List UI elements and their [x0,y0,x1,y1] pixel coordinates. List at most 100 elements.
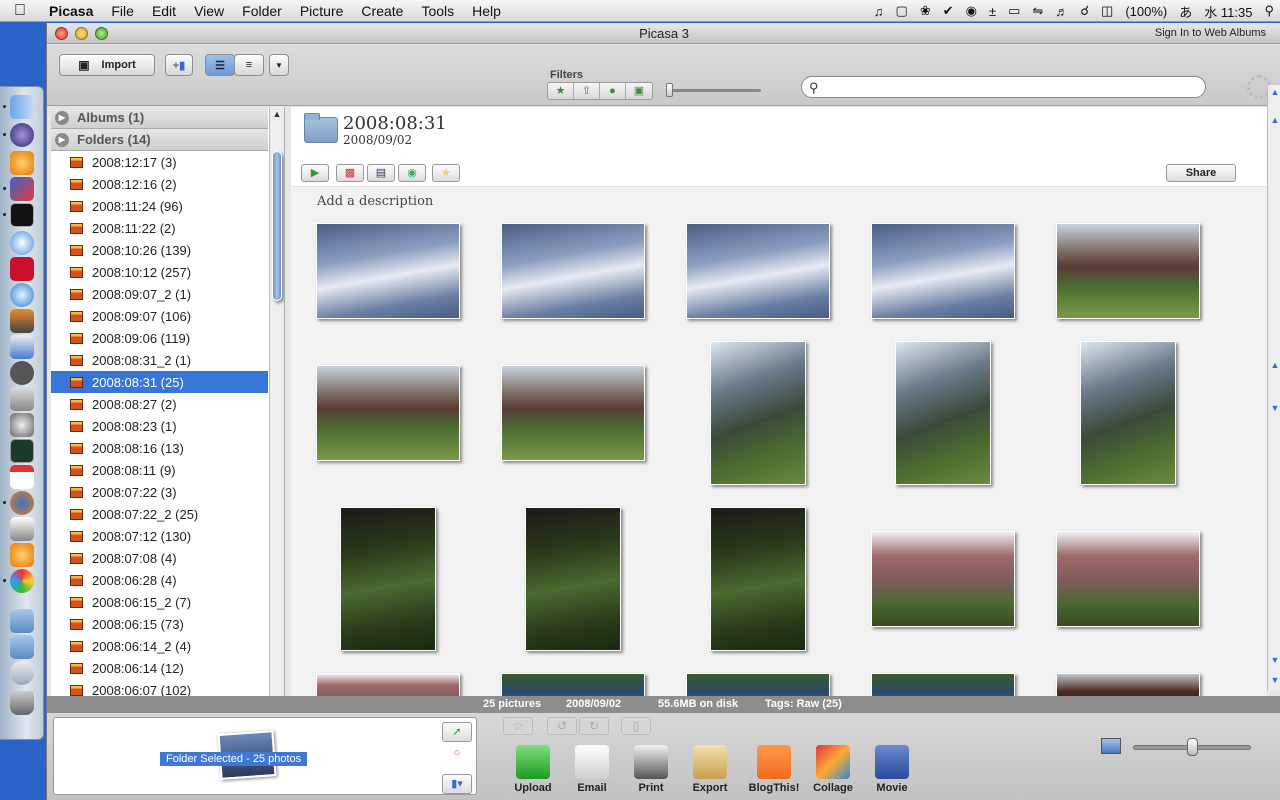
photo-thumbnail[interactable] [501,365,645,461]
display-icon[interactable]: ▭ [1002,3,1026,19]
share-button[interactable]: Share [1166,164,1236,182]
lifebuoy-icon[interactable]: ❀ [914,3,937,19]
folder-list-item[interactable]: 2008:09:07 (106) [51,305,268,327]
settings-icon[interactable] [10,413,34,437]
search-field[interactable]: ⚲ [801,76,1206,98]
movie-quick-button[interactable]: ▤ [367,164,395,182]
menu-help[interactable]: Help [463,0,510,22]
filter-uploaded-button[interactable]: ⇧ [574,83,600,99]
photo-thumbnail[interactable] [871,223,1015,319]
tray-action-email[interactable]: Email [564,745,620,794]
gimp-icon[interactable] [10,361,34,385]
menu-app-name[interactable]: Picasa [40,0,102,22]
folder-list-item[interactable]: 2008:07:22 (3) [51,481,268,503]
firefox-icon[interactable] [10,491,34,515]
square-icon[interactable]: ▢ [890,3,914,19]
photo-grid-scrollbar[interactable]: ▲ ▲ ▲ ▼ ▼ ▼ [1267,85,1280,691]
photo-thumbnail[interactable] [525,507,621,651]
downloads-icon[interactable] [10,661,34,685]
scroll-down-arrow-icon[interactable]: ▼ [1268,655,1280,668]
terminal-icon[interactable] [10,203,34,227]
menu-picture[interactable]: Picture [291,0,353,22]
filter-movies-button[interactable]: ▣ [626,83,652,99]
menu-folder[interactable]: Folder [233,0,291,22]
photo-thumbnail[interactable] [710,341,806,485]
picasa-icon[interactable] [10,569,34,593]
system-preferences-icon[interactable] [10,151,34,175]
star-button[interactable]: ☆ [503,717,533,735]
rotate-right-button[interactable]: ↻ [579,717,609,735]
albums-header[interactable]: ▶ Albums (1) [51,107,268,129]
ipod-icon[interactable] [10,387,34,411]
thumbnail-size-knob[interactable] [1187,738,1198,756]
folder-list-item[interactable]: 2008:10:12 (257) [51,261,268,283]
add-to-album-tray-button[interactable]: ▮▾ [442,774,472,794]
trash-icon[interactable] [10,691,34,715]
folder-list-item[interactable]: 2008:06:14 (12) [51,657,268,679]
tray-action-blogthis[interactable]: BlogThis! [746,745,802,794]
tray-action-export[interactable]: Export [682,745,738,794]
folder-list-item[interactable]: 2008:08:31 (25) [51,371,268,393]
music-note-icon[interactable]: ♫ [868,4,890,19]
photo-thumbnail[interactable] [686,223,830,319]
scroll-up-arrow-icon[interactable]: ▲ [270,109,284,122]
clock[interactable]: 水 11:35 [1198,2,1258,21]
library-scroll-thumb[interactable] [272,151,282,301]
folder-list-item[interactable]: 2008:06:15_2 (7) [51,591,268,613]
apple-menu-icon[interactable]:  [0,2,40,20]
folder-list-item[interactable]: 2008:06:15 (73) [51,613,268,635]
tray-action-print[interactable]: Print [623,745,679,794]
clear-selection-button[interactable]: ○ [442,744,472,764]
sign-in-link[interactable]: Sign In to Web Albums [1155,27,1266,39]
folder-list-item[interactable]: 2008:11:24 (96) [51,195,268,217]
safari-icon[interactable] [10,231,34,255]
menu-view[interactable]: View [185,0,233,22]
sync-icon[interactable]: ⇋ [1026,3,1049,19]
ical-icon[interactable] [10,465,34,489]
folders-header[interactable]: ▶ Folders (14) [51,129,268,151]
view-list-button[interactable]: ☰ [205,54,235,76]
scroll-mid-down-arrow-icon[interactable]: ▼ [1268,403,1280,416]
menu-edit[interactable]: Edit [143,0,185,22]
view-options-dropdown[interactable]: ▼ [269,54,289,76]
selection-tray[interactable]: Folder Selected - 25 photos ➚ ○ ▮▾ [53,717,477,795]
photo-thumbnail[interactable] [895,341,991,485]
folder-list-item[interactable]: 2008:08:16 (13) [51,437,268,459]
folder-list-item[interactable]: 2008:08:23 (1) [51,415,268,437]
tray-action-upload[interactable]: Upload [505,745,561,794]
slideshow-button[interactable]: ▶ [301,164,329,182]
menu-create[interactable]: Create [352,0,412,22]
folder-list-item[interactable]: 2008:07:12 (130) [51,525,268,547]
remote-desktop-icon[interactable] [10,177,34,201]
import-button[interactable]: ▣ Import [59,54,155,76]
photo-thumbnail[interactable] [871,531,1015,627]
photo-thumbnail[interactable] [501,223,645,319]
collage-quick-button[interactable]: ▩ [336,164,364,182]
input-method[interactable]: あ [1173,2,1198,21]
disclosure-arrow-icon[interactable]: ▶ [55,110,69,125]
photo-thumbnail[interactable] [316,223,460,319]
checkmark-icon[interactable]: ✔ [937,3,960,19]
hold-button[interactable]: ➚ [442,722,472,742]
folder-list-item[interactable]: 2008:07:08 (4) [51,547,268,569]
menu-tools[interactable]: Tools [412,0,463,22]
view-tree-button[interactable]: ≡ [234,54,264,76]
preferences-gear-icon[interactable] [10,543,34,567]
scroll-down-arrow-icon[interactable]: ▼ [1268,675,1280,688]
photo-thumbnail[interactable] [316,365,460,461]
tray-action-collage[interactable]: Collage [805,745,861,794]
menu-file[interactable]: File [102,0,143,22]
rotate-left-button[interactable]: ↺ [547,717,577,735]
photo-app-icon[interactable] [10,309,34,333]
spotlight-icon[interactable]: ⚲ [1258,3,1280,19]
folder-list-item[interactable]: 2008:06:14_2 (4) [51,635,268,657]
filter-people-button[interactable]: ● [600,83,626,99]
wifi-icon[interactable]: ☌ [1074,3,1095,19]
photo-thumbnail[interactable] [710,507,806,651]
documents-folder-icon[interactable] [10,635,34,659]
folder-list-item[interactable]: 2008:11:22 (2) [51,217,268,239]
star-folder-button[interactable]: ★ [432,164,460,182]
folder-list-item[interactable]: 2008:09:06 (119) [51,327,268,349]
folder-list-item[interactable]: 2008:07:22_2 (25) [51,503,268,525]
itunes-icon[interactable] [10,283,34,307]
